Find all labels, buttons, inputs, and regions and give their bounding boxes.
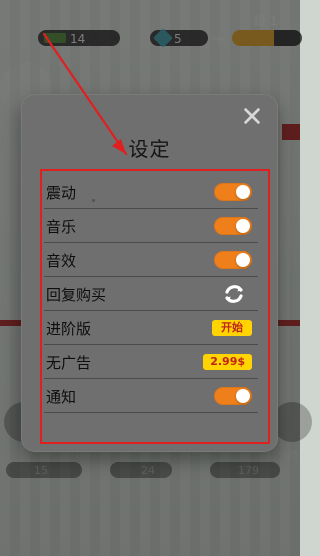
setting-row-sound-effects: 音效 [44, 243, 258, 277]
vibration-toggle[interactable] [214, 183, 252, 201]
setting-label: 通知 [46, 388, 77, 406]
setting-row-vibration: 震动 [44, 175, 258, 209]
setting-row-notifications: 通知 [44, 379, 258, 413]
setting-row-music: 音乐 [44, 209, 258, 243]
music-toggle[interactable] [214, 217, 252, 235]
setting-row-restore-purchase: 回复购买 [44, 277, 258, 311]
no-ads-price-button[interactable]: 2.99$ [203, 354, 252, 370]
setting-label: 无广告 [46, 354, 92, 372]
dialog-title: 设定 [128, 137, 171, 161]
notifications-toggle[interactable] [214, 387, 252, 405]
setting-label: 回复购买 [46, 286, 107, 304]
settings-list: 震动 音乐 音效 回复购买 进阶版 开始 无广告 2.99$ 通知 [44, 175, 258, 413]
close-icon [244, 108, 260, 124]
toggle-knob [236, 253, 250, 267]
sound-effects-toggle[interactable] [214, 251, 252, 269]
close-button[interactable] [241, 105, 263, 127]
premium-start-button[interactable]: 开始 [212, 320, 252, 336]
settings-dialog: 设定 震动 音乐 音效 回复购买 进阶版 开始 无广告 2.99$ 通知 [21, 94, 278, 452]
toggle-knob [236, 219, 250, 233]
setting-label: 进阶版 [46, 320, 92, 338]
setting-row-premium: 进阶版 开始 [44, 311, 258, 345]
setting-label: 音效 [46, 252, 77, 270]
toggle-knob [236, 389, 250, 403]
setting-label: 音乐 [46, 218, 77, 236]
setting-label: 震动 [46, 184, 77, 202]
restore-purchase-button[interactable] [222, 282, 246, 306]
toggle-knob [236, 185, 250, 199]
refresh-icon [225, 285, 243, 303]
setting-row-no-ads: 无广告 2.99$ [44, 345, 258, 379]
